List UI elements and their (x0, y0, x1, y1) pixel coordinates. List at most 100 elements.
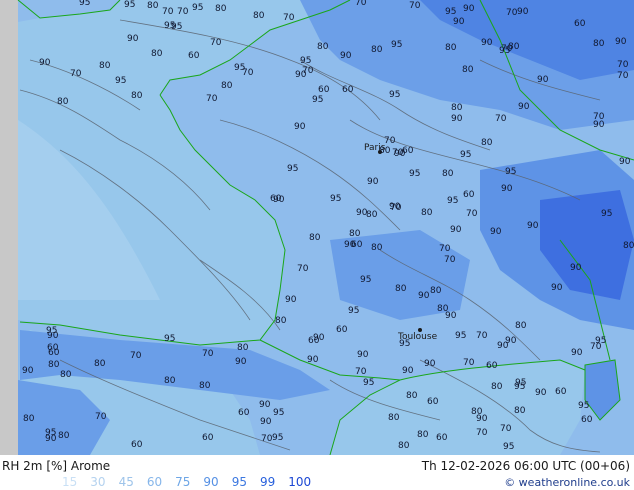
contour-label: 80 (593, 39, 605, 49)
contour-label: 60 (574, 19, 586, 29)
contour-label: 80 (275, 316, 287, 326)
contour-label: 70 (210, 38, 222, 48)
contour-label: 60 (318, 85, 330, 95)
contour-label: 70 (130, 351, 142, 361)
contour-label: 70 (593, 112, 605, 122)
contour-label: 80 (58, 431, 70, 441)
contour-label: 80 (147, 1, 159, 11)
contour-label: 80 (430, 286, 442, 296)
contour-label: 70 (617, 71, 629, 81)
contour-label: 80 (199, 381, 211, 391)
legend-value: 100 (288, 475, 312, 489)
contour-label: 70 (500, 424, 512, 434)
contour-label: 95 (115, 76, 126, 86)
contour-label: 60 (48, 348, 60, 358)
contour-label: 80 (371, 45, 383, 55)
contour-label: 90 (517, 7, 529, 17)
contour-label: 95 (192, 3, 203, 13)
legend-value: 15 (62, 475, 78, 489)
contour-label: 90 (453, 17, 465, 27)
contour-label: 95 (409, 169, 420, 179)
contour-label: 80 (309, 233, 321, 243)
contour-label: 80 (437, 304, 449, 314)
contour-label: 70 (617, 60, 629, 70)
contour-label: 70 (384, 136, 396, 146)
legend-value: 90 (203, 475, 219, 489)
contour-label: 60 (308, 336, 320, 346)
contour-label: 80 (388, 413, 400, 423)
contour-label: 90 (490, 227, 502, 237)
contour-label: 80 (131, 91, 143, 101)
contour-label: 80 (317, 42, 329, 52)
contour-label: 70 (95, 412, 107, 422)
contour-label: 60 (336, 325, 348, 335)
contour-label: 80 (366, 210, 378, 220)
credit-link[interactable]: © weatheronline.co.uk (504, 476, 630, 489)
contour-label: 95 (601, 209, 612, 219)
contour-label: 90 (615, 37, 627, 47)
contour-label: 80 (60, 370, 72, 380)
contour-label: 70 (463, 358, 475, 368)
contour-label: 70 (476, 428, 488, 438)
contour-label: 95 (363, 378, 374, 388)
contour-label: 90 (619, 157, 631, 167)
contour-label: 80 (215, 4, 227, 14)
contour-label: 80 (471, 407, 483, 417)
legend-value: 95 (231, 475, 247, 489)
map-title: RH 2m [%] Arome (2, 459, 111, 473)
contour-label: 90 (294, 122, 306, 132)
contour-label: 90 (39, 58, 51, 68)
contour-label: 95 (460, 150, 471, 160)
contour-label: 70 (590, 342, 602, 352)
contour-label: 95 (503, 442, 514, 452)
contour-label: 80 (451, 103, 463, 113)
contour-label: 90 (570, 263, 582, 273)
legend-value: 75 (175, 475, 191, 489)
contour-label: 95 (171, 22, 182, 32)
contour-label: 80 (623, 241, 634, 251)
contour-label: 60 (436, 433, 448, 443)
contour-label: 95 (455, 331, 466, 341)
contour-label: 80 (94, 359, 106, 369)
contour-label: 60 (131, 440, 143, 450)
contour-label: 80 (514, 406, 526, 416)
contour-label: 90 (451, 114, 463, 124)
contour-label: 80 (395, 284, 407, 294)
contour-label: 80 (515, 321, 527, 331)
contour-label: 95 (360, 275, 371, 285)
contour-label: 70 (283, 13, 295, 23)
contour-label: 60 (402, 146, 414, 156)
contour-label: 80 (462, 65, 474, 75)
contour-label: 90 (127, 34, 139, 44)
contour-label: 90 (497, 341, 509, 351)
contour-label: 60 (581, 415, 593, 425)
contour-label: 95 (399, 339, 410, 349)
contour-label: 80 (379, 146, 391, 156)
contour-label: 95 (505, 167, 516, 177)
contour-label: 80 (237, 343, 249, 353)
contour-label: 70 (261, 434, 273, 444)
contour-label: 70 (495, 114, 507, 124)
contour-label: 90 (367, 177, 379, 187)
contour-label: 60 (238, 408, 250, 418)
contour-label: 90 (340, 51, 352, 61)
contour-label: 90 (389, 202, 401, 212)
contour-label: 80 (508, 42, 520, 52)
contour-label: 95 (389, 90, 400, 100)
contour-label: 90 (463, 4, 475, 14)
contour-label: 95 (272, 433, 283, 443)
contour-label: 80 (23, 414, 35, 424)
contour-label: 70 (476, 331, 488, 341)
contour-label: 60 (351, 240, 363, 250)
contour-label: 90 (402, 366, 414, 376)
contour-label: 90 (357, 350, 369, 360)
contour-label: 70 (439, 244, 451, 254)
contour-label: 95 (300, 56, 311, 66)
contour-label: 70 (177, 7, 189, 17)
contour-label: 70 (506, 8, 518, 18)
rh-map: Paris Toulouse 8095809595959095908095959… (0, 0, 634, 455)
contour-label: 60 (270, 194, 282, 204)
out-of-domain-strip (0, 0, 18, 455)
contour-label: 90 (47, 331, 59, 341)
contour-label: 90 (424, 359, 436, 369)
